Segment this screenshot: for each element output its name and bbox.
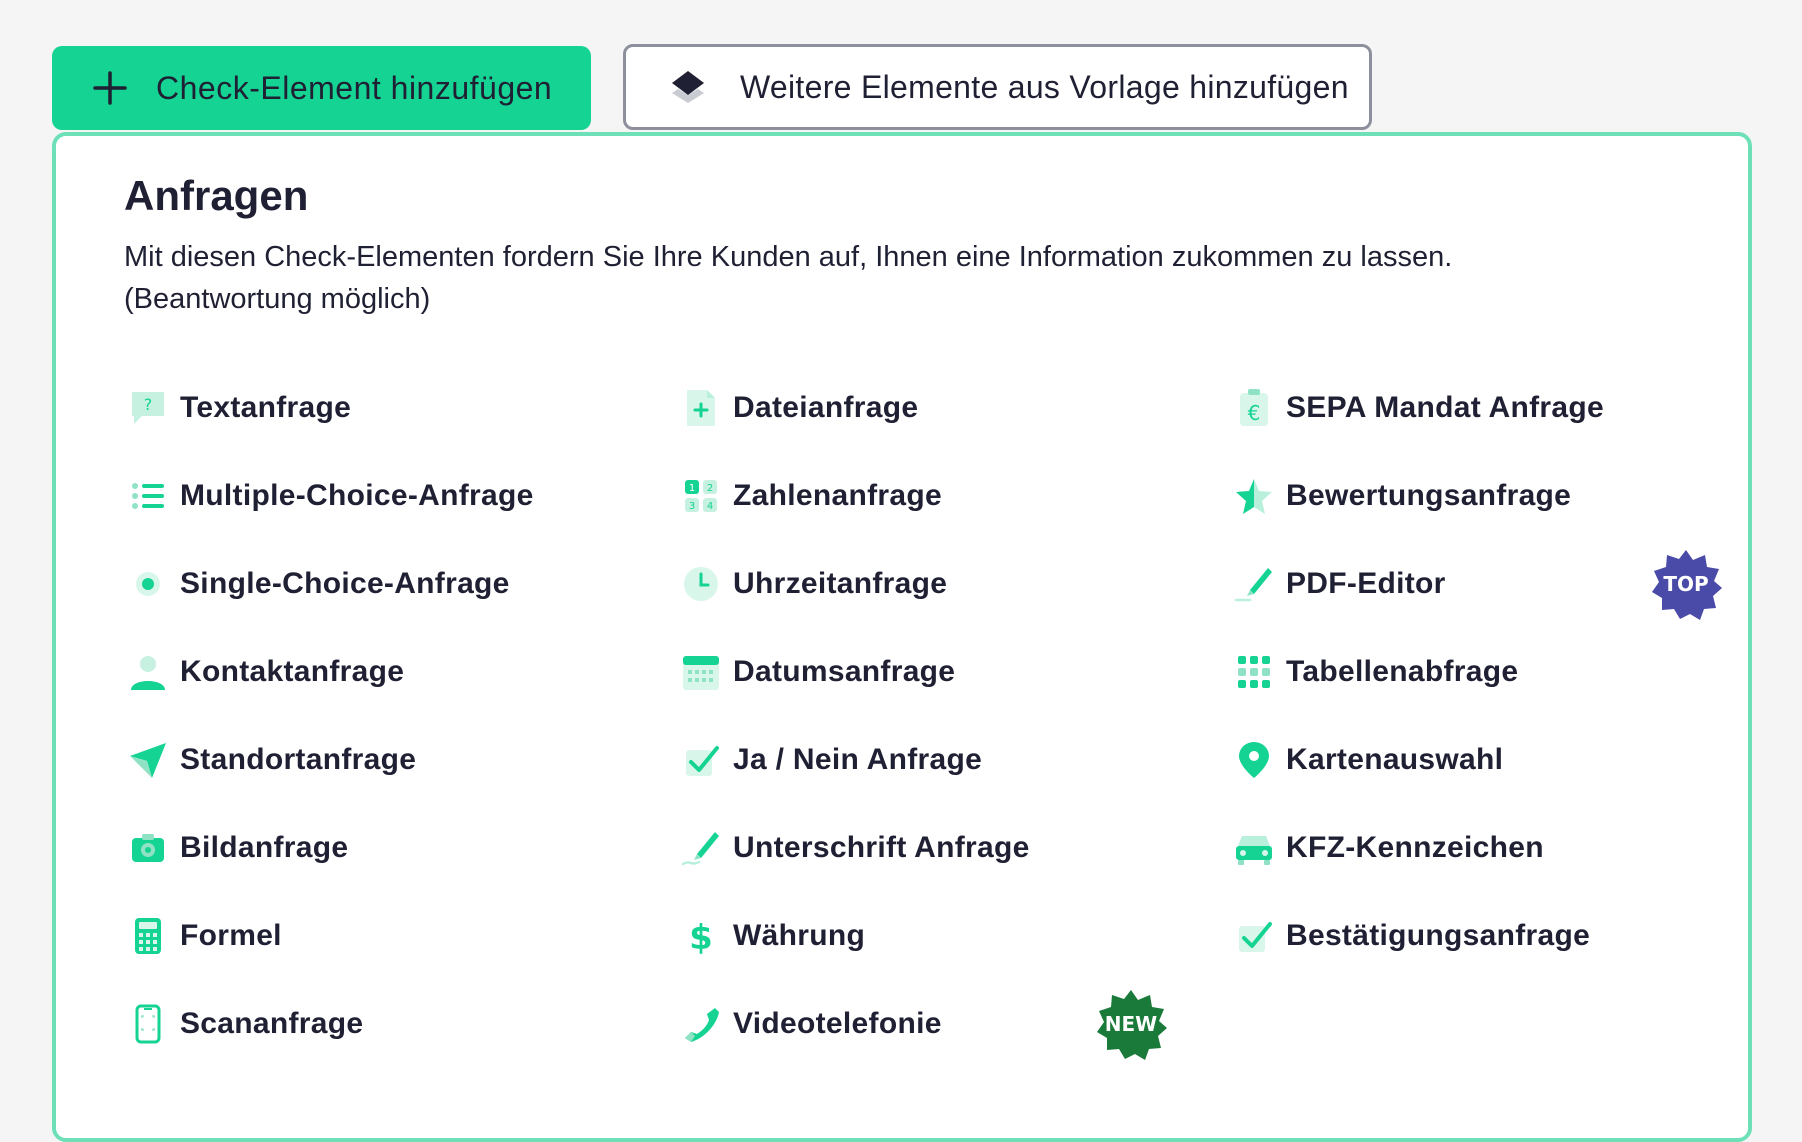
- item-scananfrage[interactable]: Scananfrage: [128, 994, 363, 1054]
- item-kartenauswahl[interactable]: Kartenauswahl: [1234, 730, 1503, 790]
- list-icon: [128, 476, 168, 516]
- svg-text:4: 4: [707, 501, 713, 512]
- item-dateianfrage[interactable]: Dateianfrage: [681, 378, 918, 438]
- item-label: Bildanfrage: [180, 831, 349, 864]
- panel-description: Mit diesen Check-Elementen fordern Sie I…: [124, 241, 1453, 315]
- question-bubble-icon: ?: [128, 388, 168, 428]
- item-zahlenanfrage[interactable]: 1 2 3 4 Zahlenanfrage: [681, 466, 942, 526]
- file-plus-icon: [681, 388, 721, 428]
- camera-icon: [128, 828, 168, 868]
- pen-icon: [1234, 564, 1274, 604]
- item-bewertungsanfrage[interactable]: Bewertungsanfrage: [1234, 466, 1571, 526]
- check-confirm-icon: [1234, 916, 1274, 956]
- svg-text:$: $: [689, 918, 713, 956]
- new-badge: NEW: [1095, 988, 1167, 1060]
- item-label: Unterschrift Anfrage: [733, 831, 1030, 864]
- navigation-arrow-icon: [128, 740, 168, 780]
- add-from-template-label: Weitere Elemente aus Vorlage hinzufügen: [740, 68, 1349, 105]
- item-textanfrage[interactable]: ? Textanfrage: [128, 378, 351, 438]
- item-label: Single-Choice-Anfrage: [180, 567, 510, 600]
- new-badge-label: NEW: [1104, 1012, 1158, 1036]
- checkbox-icon: [681, 740, 721, 780]
- person-icon: [128, 652, 168, 692]
- item-label: Zahlenanfrage: [733, 479, 942, 512]
- item-multiple-choice[interactable]: Multiple-Choice-Anfrage: [128, 466, 534, 526]
- phone-scan-icon: [128, 1004, 168, 1044]
- item-label: Währung: [733, 919, 866, 952]
- calendar-icon: [681, 652, 721, 692]
- layers-icon: [672, 71, 704, 103]
- item-videotelefonie[interactable]: Videotelefonie: [681, 994, 942, 1054]
- item-pdf-editor[interactable]: PDF-Editor: [1234, 554, 1446, 614]
- item-label: Kartenauswahl: [1286, 743, 1504, 776]
- item-label: Bewertungsanfrage: [1286, 479, 1572, 512]
- item-label: Multiple-Choice-Anfrage: [180, 479, 534, 512]
- item-datumsanfrage[interactable]: Datumsanfrage: [681, 642, 955, 702]
- calculator-icon: [128, 916, 168, 956]
- item-sepa-mandat[interactable]: € SEPA Mandat Anfrage: [1234, 378, 1604, 438]
- item-label: Bestätigungsanfrage: [1286, 919, 1591, 952]
- panel-title: Anfragen: [124, 172, 309, 219]
- top-badge-label: TOP: [1663, 572, 1709, 596]
- dollar-icon: $: [681, 916, 721, 956]
- item-waehrung[interactable]: $ Währung: [681, 906, 865, 966]
- svg-text:3: 3: [689, 501, 695, 512]
- number-grid-icon: 1 2 3 4: [681, 476, 721, 516]
- item-label: Textanfrage: [180, 391, 352, 424]
- item-label: KFZ-Kennzeichen: [1286, 831, 1544, 864]
- item-single-choice[interactable]: Single-Choice-Anfrage: [128, 554, 510, 614]
- item-label: PDF-Editor: [1286, 567, 1446, 600]
- item-label: Uhrzeitanfrage: [733, 567, 948, 600]
- svg-text:2: 2: [707, 483, 713, 494]
- item-kfz-kennzeichen[interactable]: KFZ-Kennzeichen: [1234, 818, 1544, 878]
- item-label: Ja / Nein Anfrage: [733, 743, 983, 776]
- pen-signature-icon: [681, 828, 721, 868]
- item-unterschrift[interactable]: Unterschrift Anfrage: [681, 818, 1030, 878]
- dot-grid-icon: [1234, 652, 1274, 692]
- plus-icon: [93, 71, 127, 105]
- item-label: Tabellenabfrage: [1286, 655, 1519, 688]
- car-icon: [1234, 828, 1274, 868]
- phone-icon: [681, 1004, 721, 1044]
- item-label: Formel: [180, 919, 282, 952]
- item-label: Dateianfrage: [733, 391, 919, 424]
- svg-text:1: 1: [689, 483, 695, 494]
- item-uhrzeitanfrage[interactable]: Uhrzeitanfrage: [681, 554, 947, 614]
- item-label: Scananfrage: [180, 1007, 364, 1040]
- star-icon: [1234, 476, 1274, 516]
- item-label: Videotelefonie: [733, 1007, 942, 1040]
- euro-clipboard-icon: €: [1234, 388, 1274, 428]
- requests-panel: Anfragen Mit diesen Check-Elementen ford…: [52, 132, 1752, 1142]
- radio-icon: [128, 564, 168, 604]
- add-from-template-button[interactable]: Weitere Elemente aus Vorlage hinzufügen: [623, 44, 1372, 130]
- item-kontaktanfrage[interactable]: Kontaktanfrage: [128, 642, 404, 702]
- map-pin-icon: [1234, 740, 1274, 780]
- add-check-element-label: Check-Element hinzufügen: [156, 69, 553, 106]
- item-formel[interactable]: Formel: [128, 906, 282, 966]
- item-label: Datumsanfrage: [733, 655, 956, 688]
- item-bildanfrage[interactable]: Bildanfrage: [128, 818, 348, 878]
- item-label: Kontaktanfrage: [180, 655, 405, 688]
- item-bestaetigungsanfrage[interactable]: Bestätigungsanfrage: [1234, 906, 1590, 966]
- item-label: Standortanfrage: [180, 743, 417, 776]
- item-label: SEPA Mandat Anfrage: [1286, 391, 1604, 424]
- svg-text:?: ?: [144, 395, 153, 414]
- clock-icon: [681, 564, 721, 604]
- item-ja-nein[interactable]: Ja / Nein Anfrage: [681, 730, 982, 790]
- svg-text:€: €: [1248, 401, 1261, 425]
- top-badge: TOP: [1650, 548, 1722, 620]
- add-check-element-button[interactable]: Check-Element hinzufügen: [52, 46, 591, 130]
- item-tabellenabfrage[interactable]: Tabellenabfrage: [1234, 642, 1518, 702]
- item-standortanfrage[interactable]: Standortanfrage: [128, 730, 416, 790]
